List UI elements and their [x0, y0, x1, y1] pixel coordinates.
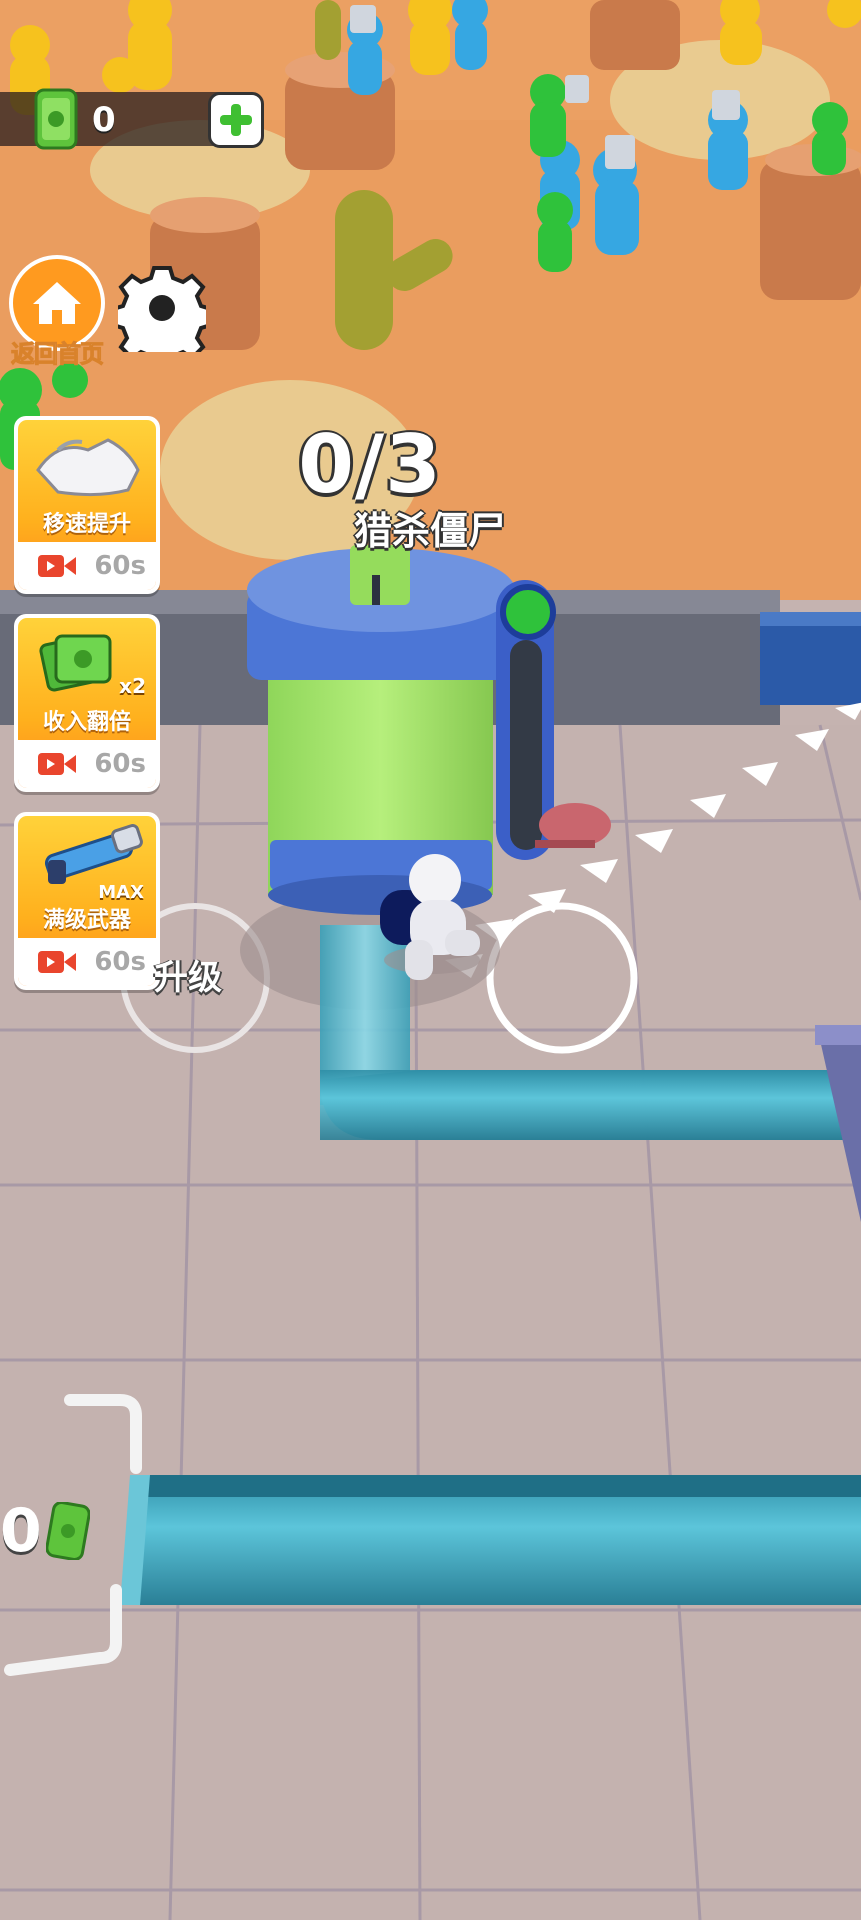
add-money-button[interactable] [208, 92, 264, 148]
video-icon [38, 951, 76, 973]
speed-boot-icon [36, 438, 140, 497]
money-value: 0 [92, 100, 116, 140]
plus-icon [220, 104, 252, 136]
boost-title: 收入翻倍 [42, 710, 131, 735]
price-label: 0 [0, 1496, 90, 1566]
gear-icon [111, 266, 213, 368]
home-label: 返回首页 [11, 340, 105, 369]
boost-badge: x2 [119, 674, 146, 698]
settings-button[interactable] [111, 264, 213, 368]
video-icon [38, 555, 76, 577]
cash-stack-icon [39, 634, 112, 692]
cash-icon [32, 88, 80, 150]
boost-card-speed[interactable]: 移速提升 60s [14, 416, 160, 594]
price-value: 0 [0, 1496, 42, 1566]
boost-card-income[interactable]: x2 收入翻倍 60s [14, 614, 160, 792]
boost-title: 移速提升 [42, 512, 131, 537]
blaster-icon [44, 824, 143, 884]
boost-card-weapon[interactable]: MAX 满级武器 60s [14, 812, 160, 990]
boost-title: 满级武器 [42, 908, 131, 933]
upgrade-label: 升级 [154, 958, 222, 998]
boost-badge: MAX [98, 882, 144, 903]
task-label: 猎杀僵尸 [353, 509, 506, 553]
boost-time: 60s [94, 551, 146, 581]
boost-time: 60s [94, 947, 146, 977]
video-icon [38, 753, 76, 775]
cash-icon [45, 1502, 90, 1560]
task-progress: 0/3 [298, 418, 442, 511]
boost-time: 60s [94, 749, 146, 779]
